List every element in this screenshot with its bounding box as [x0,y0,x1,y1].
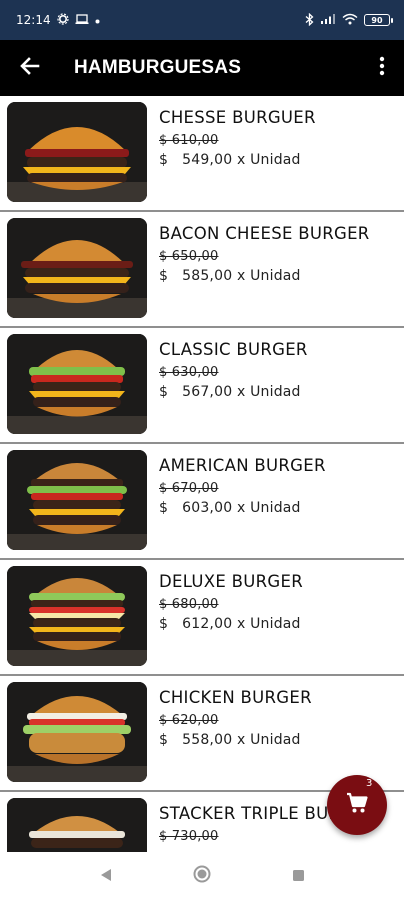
product-item[interactable]: BACON CHEESE BURGER $ 650,00 $585,00 x U… [0,212,404,328]
price-currency: $ [159,384,169,400]
price-currency: $ [159,732,169,748]
product-item[interactable]: AMERICAN BURGER $ 670,00 $603,00 x Unida… [0,444,404,560]
product-item[interactable]: CHICKEN BURGER $ 620,00 $558,00 x Unidad [0,676,404,792]
nav-recents-button[interactable] [286,864,310,888]
app-bar: HAMBURGUESAS [0,40,404,96]
arrow-left-icon [18,54,42,82]
price-currency: $ [159,500,169,516]
more-vert-icon [379,56,385,80]
price-value: 558,00 x Unidad [182,732,301,748]
product-old-price: $ 670,00 [159,481,219,496]
nav-back-button[interactable] [94,864,118,888]
more-options-button[interactable] [360,40,404,96]
product-name: CHESSE BURGUER [159,108,316,127]
product-price: $603,00 x Unidad [159,500,326,516]
battery-indicator: 90 [364,14,393,26]
price-value: 612,00 x Unidad [182,616,301,632]
product-item[interactable]: CLASSIC BURGER $ 630,00 $567,00 x Unidad [0,328,404,444]
recents-square-icon [292,867,305,886]
product-name: AMERICAN BURGER [159,456,326,475]
price-currency: $ [159,268,169,284]
price-value: 603,00 x Unidad [182,500,301,516]
product-old-price: $ 610,00 [159,133,219,148]
product-list[interactable]: CHESSE BURGUER $ 610,00 $549,00 x Unidad… [0,96,404,852]
product-old-price: $ 650,00 [159,249,219,264]
page-title: HAMBURGUESAS [74,57,242,78]
price-currency: $ [159,616,169,632]
price-value: 585,00 x Unidad [182,268,301,284]
product-price: $549,00 x Unidad [159,152,316,168]
product-price: $612,00 x Unidad [159,616,303,632]
gear-icon [56,13,69,27]
product-name: CHICKEN BURGER [159,688,312,707]
nav-home-button[interactable] [190,864,214,888]
product-old-price: $ 630,00 [159,365,219,380]
product-name: CLASSIC BURGER [159,340,308,359]
product-old-price: $ 620,00 [159,713,219,728]
laptop-icon [75,13,89,27]
price-currency: $ [159,152,169,168]
chicken-burger-image [7,682,147,782]
wifi-icon [342,13,358,27]
price-value: 549,00 x Unidad [182,152,301,168]
product-price: $567,00 x Unidad [159,384,308,400]
stacker-burger-image [7,798,147,852]
status-time: 12:14 [16,13,51,27]
product-price: $585,00 x Unidad [159,268,370,284]
bluetooth-icon [305,12,314,28]
dot-icon [95,15,100,26]
back-button[interactable] [0,40,60,96]
product-item[interactable]: DELUXE BURGER $ 680,00 $612,00 x Unidad [0,560,404,676]
american-burger-image [7,450,147,550]
signal-icon [320,13,336,27]
product-name: BACON CHEESE BURGER [159,224,370,243]
bacon-burger-image [7,218,147,318]
deluxe-burger-image [7,566,147,666]
cart-button[interactable]: 3 [327,775,387,835]
product-name: DELUXE BURGER [159,572,303,591]
product-price: $558,00 x Unidad [159,732,312,748]
price-value: 567,00 x Unidad [182,384,301,400]
product-item[interactable]: CHESSE BURGUER $ 610,00 $549,00 x Unidad [0,96,404,212]
back-triangle-icon [99,867,113,886]
cart-count-badge: 3 [366,778,373,789]
product-old-price: $ 680,00 [159,597,219,612]
cart-icon [345,791,369,819]
classic-burger-image [7,334,147,434]
home-circle-icon [193,865,211,887]
cheese-burger-image [7,102,147,202]
status-bar: 12:14 90 [0,0,404,40]
system-nav-bar [0,852,404,900]
